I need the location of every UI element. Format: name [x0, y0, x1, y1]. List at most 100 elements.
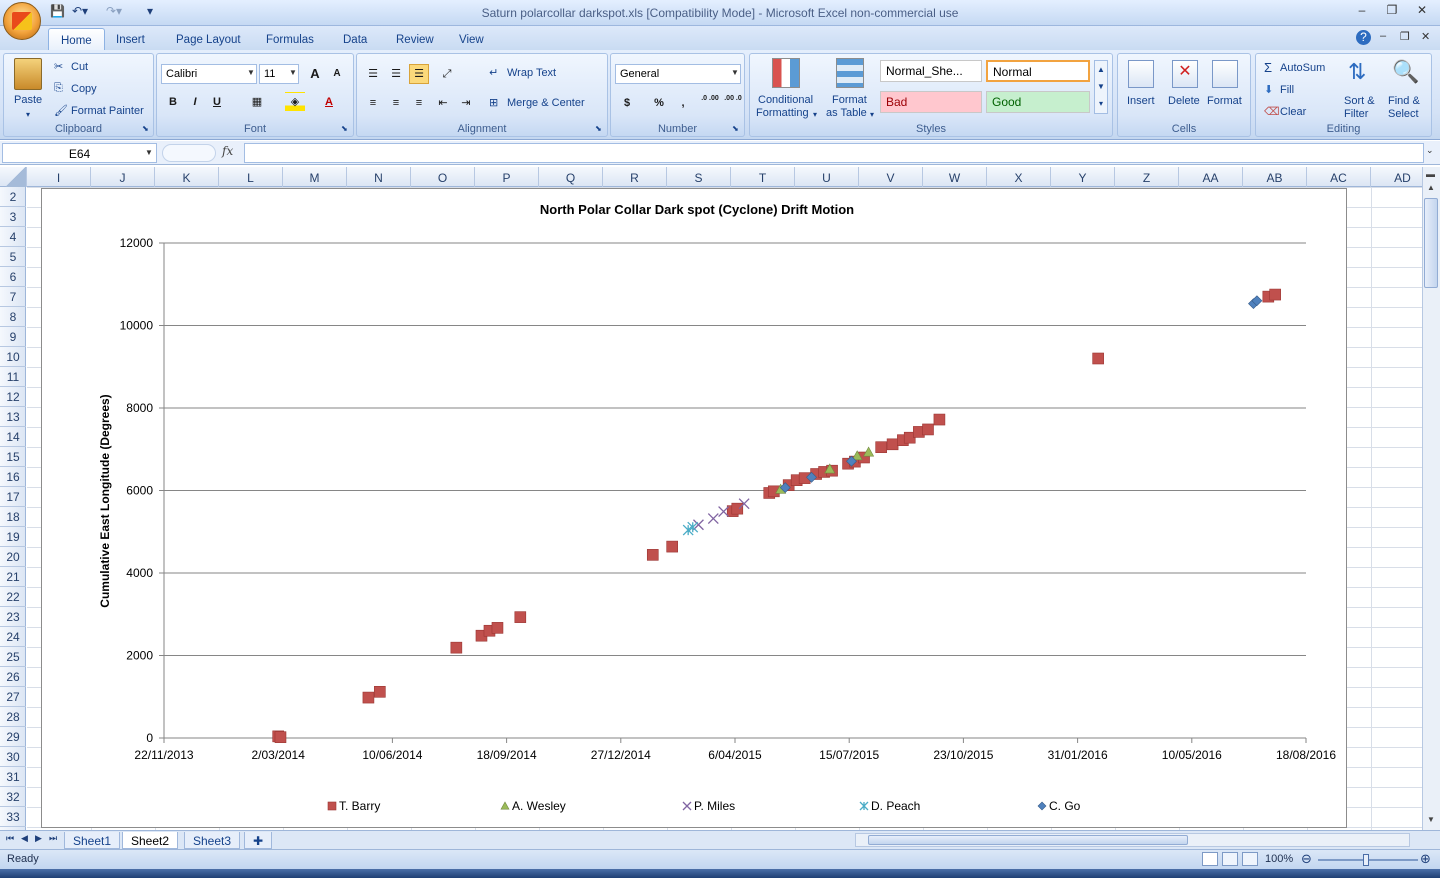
data-point-t-barry[interactable] [362, 691, 375, 704]
row-header-26[interactable]: 26 [0, 667, 26, 687]
borders-icon[interactable]: ▦ [247, 92, 267, 112]
help-icon[interactable]: ? [1356, 30, 1371, 45]
format-painter-button[interactable]: Format Painter [71, 105, 144, 117]
ribbon-close-icon[interactable]: ✕ [1421, 30, 1430, 43]
column-header-n[interactable]: N [347, 167, 411, 187]
find-select-icon[interactable]: 🔍 [1392, 59, 1419, 85]
data-point-t-barry[interactable] [374, 685, 386, 698]
legend-marker-p-miles[interactable] [682, 801, 692, 811]
delete-cells-icon[interactable]: ✕ [1172, 60, 1198, 88]
insert-cells-button[interactable]: Insert [1127, 95, 1155, 107]
split-box-icon[interactable]: ▬ [1426, 169, 1435, 179]
data-point-t-barry[interactable] [450, 641, 463, 654]
page-layout-view-icon[interactable] [1222, 852, 1238, 866]
format-as-table-button-line2[interactable]: as Table [826, 107, 867, 119]
alignment-launcher-icon[interactable]: ⬊ [595, 124, 602, 133]
row-header-24[interactable]: 24 [0, 627, 26, 647]
font-size-dropdown-icon[interactable]: ▼ [289, 68, 297, 77]
format-as-table-button[interactable]: Format [832, 94, 867, 106]
scroll-down-icon[interactable]: ▼ [1427, 815, 1435, 824]
horizontal-scroll-thumb[interactable] [868, 835, 1188, 845]
insert-cells-icon[interactable] [1128, 60, 1154, 88]
italic-button[interactable]: I [185, 92, 205, 112]
align-center-icon[interactable]: ≡ [386, 93, 406, 113]
paste-icon[interactable] [14, 58, 42, 90]
column-header-r[interactable]: R [603, 167, 667, 187]
insert-sheet-icon[interactable]: ✚ [244, 832, 272, 849]
name-box-dropdown-icon[interactable]: ▼ [145, 148, 153, 157]
name-box[interactable]: E64 [2, 143, 157, 163]
legend-marker-c-go[interactable] [1037, 801, 1047, 811]
row-header-9[interactable]: 9 [0, 327, 26, 347]
sheet-tab-1[interactable]: Sheet1 [64, 832, 121, 849]
row-header-33[interactable]: 33 [0, 807, 26, 827]
normal-view-icon[interactable] [1202, 852, 1218, 866]
row-header-15[interactable]: 15 [0, 447, 26, 467]
sheet-tab-2[interactable]: Sheet2 [122, 832, 179, 849]
row-header-22[interactable]: 22 [0, 587, 26, 607]
format-cells-icon[interactable] [1212, 60, 1238, 88]
bold-button[interactable]: B [163, 92, 183, 112]
row-header-2[interactable]: 2 [0, 187, 26, 207]
grow-font-button[interactable]: A [305, 64, 325, 84]
sort-filter-icon[interactable]: ⇅ [1348, 59, 1366, 85]
clear-button[interactable]: Clear [1280, 106, 1306, 118]
tab-formulas[interactable]: Formulas [254, 28, 326, 50]
legend-label-d-peach[interactable]: D. Peach [871, 799, 920, 813]
font-name-dropdown-icon[interactable]: ▼ [247, 68, 255, 77]
row-header-29[interactable]: 29 [0, 727, 26, 747]
fill-color-icon[interactable]: ◈ [285, 92, 305, 112]
tab-insert[interactable]: Insert [104, 28, 157, 50]
styles-scroll-icon[interactable]: ▲ ▼ ▾ [1094, 60, 1108, 114]
column-header-u[interactable]: U [795, 167, 859, 187]
find-select-button[interactable]: Find & [1388, 95, 1420, 107]
column-header-j[interactable]: J [91, 167, 155, 187]
column-header-ab[interactable]: AB [1243, 167, 1307, 187]
chart-area[interactable]: North Polar Collar Dark spot (Cyclone) D… [41, 188, 1347, 828]
zoom-level[interactable]: 100% [1265, 853, 1293, 865]
row-header-6[interactable]: 6 [0, 267, 26, 287]
row-header-8[interactable]: 8 [0, 307, 26, 327]
align-right-icon[interactable]: ≡ [409, 93, 429, 113]
row-header-17[interactable]: 17 [0, 487, 26, 507]
sort-filter-button-line2[interactable]: Filter [1344, 108, 1368, 120]
shrink-font-button[interactable]: A [327, 64, 347, 84]
row-header-11[interactable]: 11 [0, 367, 26, 387]
conditional-formatting-button-line2[interactable]: Formatting [756, 107, 809, 119]
merge-center-icon[interactable]: ⊞ [489, 96, 498, 109]
y-axis-title[interactable]: Cumulative East Longitude (Degrees) [98, 394, 112, 607]
clear-icon[interactable]: ⌫ [1264, 105, 1280, 118]
legend-label-c-go[interactable]: C. Go [1049, 799, 1081, 813]
data-point-t-barry[interactable] [491, 622, 504, 634]
row-header-18[interactable]: 18 [0, 507, 26, 527]
decrease-decimal-button[interactable]: .00 .0 [722, 93, 744, 113]
formula-input[interactable] [244, 143, 1424, 163]
fill-button[interactable]: Fill [1280, 84, 1294, 96]
legend-marker-a-wesley[interactable] [500, 801, 510, 810]
row-header-10[interactable]: 10 [0, 347, 26, 367]
row-header-5[interactable]: 5 [0, 247, 26, 267]
column-header-aa[interactable]: AA [1179, 167, 1243, 187]
clipboard-launcher-icon[interactable]: ⬊ [142, 124, 149, 133]
conditional-formatting-icon[interactable] [772, 58, 800, 88]
delete-cells-button[interactable]: Delete [1168, 95, 1200, 107]
tab-view[interactable]: View [447, 28, 496, 50]
align-left-icon[interactable]: ≡ [363, 93, 383, 113]
legend-label-a-wesley[interactable]: A. Wesley [512, 799, 566, 813]
column-header-o[interactable]: O [411, 167, 475, 187]
font-launcher-icon[interactable]: ⬊ [341, 124, 348, 133]
row-header-4[interactable]: 4 [0, 227, 26, 247]
zoom-out-icon[interactable]: ⊖ [1301, 851, 1312, 867]
column-header-z[interactable]: Z [1115, 167, 1179, 187]
data-point-t-barry[interactable] [922, 423, 934, 436]
percent-button[interactable]: % [649, 93, 669, 113]
zoom-slider-thumb[interactable] [1363, 854, 1369, 866]
legend-label-t-barry[interactable]: T. Barry [339, 799, 380, 813]
data-point-p-miles[interactable] [707, 513, 719, 525]
data-point-t-barry[interactable] [514, 611, 527, 623]
format-as-table-icon[interactable] [836, 58, 864, 88]
select-all-corner[interactable] [0, 167, 27, 187]
column-header-x[interactable]: X [987, 167, 1051, 187]
column-header-k[interactable]: K [155, 167, 219, 187]
find-select-button-line2[interactable]: Select [1388, 108, 1419, 120]
